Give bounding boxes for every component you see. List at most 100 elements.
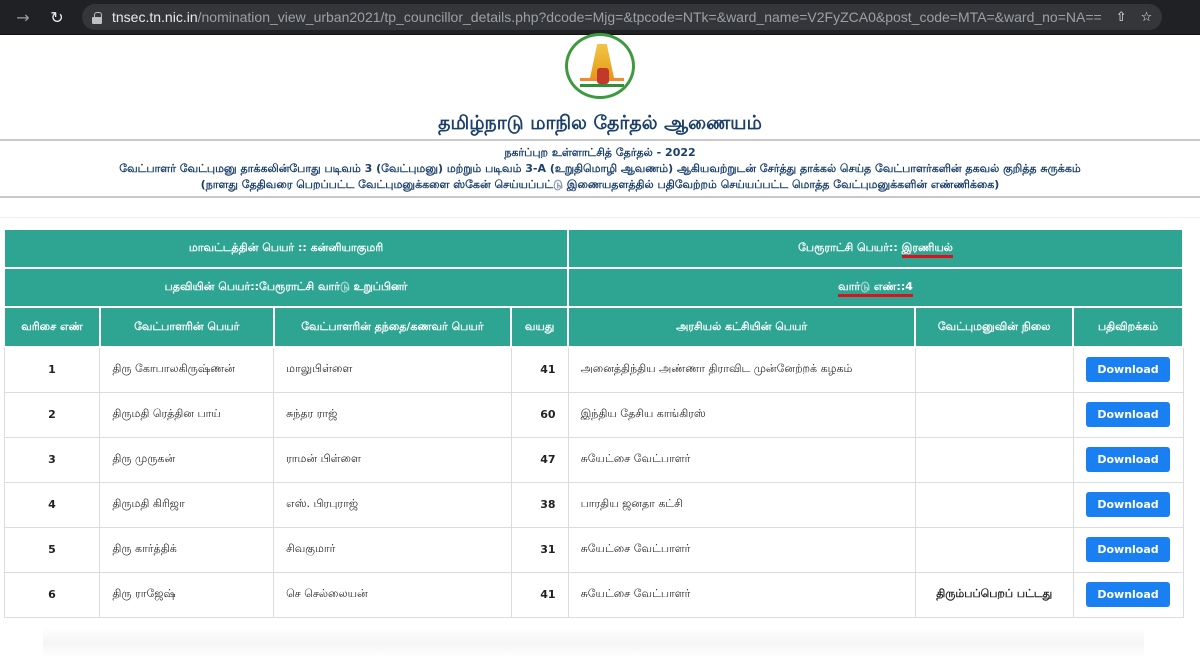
nomination-status bbox=[914, 481, 1074, 528]
election-line: நகர்ப்புற உள்ளாட்சித் தேர்தல் - 2022 bbox=[504, 146, 696, 159]
post-label: பதவியின் பெயர்:: bbox=[164, 280, 260, 293]
candidate-name: திரு கார்த்திக் bbox=[99, 526, 275, 573]
download-button[interactable]: Download bbox=[1086, 582, 1170, 607]
age: 41 bbox=[510, 346, 569, 393]
download-cell: Download bbox=[1072, 346, 1184, 393]
party-name: பாரதிய ஜனதா கட்சி bbox=[567, 481, 916, 528]
age: 38 bbox=[510, 481, 569, 528]
table-row: 1 திரு கோபாலகிருஷ்ணன் மாலுபிள்ளை 41 அனைத… bbox=[3, 346, 1184, 393]
age: 41 bbox=[510, 571, 569, 618]
page-header: தமிழ்நாடு மாநில தேர்தல் ஆணையம் நகர்ப்புற… bbox=[0, 33, 1200, 218]
serial-number: 3 bbox=[3, 436, 101, 483]
candidate-name: திரு ராஜேஷ் bbox=[99, 571, 275, 618]
download-cell: Download bbox=[1072, 481, 1184, 528]
share-icon[interactable]: ⇧ bbox=[1116, 10, 1127, 25]
download-button[interactable]: Download bbox=[1086, 537, 1170, 562]
party-name: சுயேட்சை வேட்பாளர் bbox=[567, 436, 916, 483]
url-text[interactable]: tnsec.tn.nic.in/nomination_view_urban202… bbox=[112, 9, 1102, 25]
age: 47 bbox=[510, 436, 569, 483]
district-value: கன்னியாகுமரி bbox=[310, 241, 384, 254]
table-row: 5 திரு கார்த்திக் சிவகுமார் 31 சுயேட்சை … bbox=[3, 526, 1184, 573]
download-button[interactable]: Download bbox=[1086, 402, 1170, 427]
col-nomination-status: வேட்புமனுவின் நிலை bbox=[914, 306, 1075, 348]
serial-number: 2 bbox=[3, 391, 101, 438]
national-emblem-icon bbox=[597, 68, 609, 84]
forward-arrow-icon[interactable]: → bbox=[10, 8, 36, 27]
candidate-name: திரு கோபாலகிருஷ்ணன் bbox=[99, 346, 275, 393]
info-row-district: மாவட்டத்தின் பெயர் :: கன்னியாகுமரி பேரூர… bbox=[2, 228, 1184, 269]
commission-title: தமிழ்நாடு மாநில தேர்தல் ஆணையம் bbox=[438, 112, 762, 134]
party-name: இந்திய தேசிய காங்கிரஸ் bbox=[567, 391, 916, 438]
serial-number: 5 bbox=[3, 526, 101, 573]
nomination-status bbox=[914, 391, 1074, 438]
description-line: வேட்பாளர் வேட்புமனு தாக்கலின்போது படிவம்… bbox=[119, 162, 1081, 175]
ward-label: வார்டு எண்:: bbox=[838, 280, 906, 293]
ward-value: 4 bbox=[905, 280, 913, 293]
candidate-rows: 1 திரு கோபாலகிருஷ்ணன் மாலுபிள்ளை 41 அனைத… bbox=[3, 346, 1184, 618]
party-name: சுயேட்சை வேட்பாளர் bbox=[567, 571, 916, 618]
serial-number: 6 bbox=[3, 571, 101, 618]
logo-container bbox=[0, 33, 1200, 103]
spacer bbox=[0, 198, 1200, 218]
town-panchayat-cell: பேரூராட்சி பெயர்:: இரணியல் bbox=[567, 228, 1184, 269]
download-button[interactable]: Download bbox=[1086, 357, 1170, 383]
col-father-husband-name: வேட்பாளரின் தந்தை/கணவர் பெயர் bbox=[272, 306, 513, 348]
relative-name: சுந்தர ராஜ் bbox=[273, 391, 512, 438]
party-name: அனைத்திந்திய அண்ணா திராவிட முன்னேற்றக் க… bbox=[567, 346, 916, 393]
lock-icon[interactable] bbox=[92, 11, 102, 24]
tn-government-emblem-logo bbox=[565, 33, 635, 99]
relative-name: செ செல்லையன் bbox=[273, 571, 512, 618]
info-row-post: பதவியின் பெயர்::பேரூராட்சி வார்டு உறுப்ப… bbox=[2, 267, 1184, 308]
footer-shadow bbox=[43, 627, 1144, 657]
notice-block: நகர்ப்புற உள்ளாட்சித் தேர்தல் - 2022 வேட… bbox=[0, 141, 1200, 196]
url-host: tnsec.tn.nic.in bbox=[112, 9, 198, 25]
download-cell: Download bbox=[1072, 571, 1184, 618]
table-row: 3 திரு முருகன் ராமன் பிள்ளை 47 சுயேட்சை … bbox=[3, 436, 1184, 483]
relative-name: மாலுபிள்ளை bbox=[273, 346, 512, 393]
col-download: பதிவிறக்கம் bbox=[1072, 306, 1184, 348]
reload-icon[interactable]: ↻ bbox=[44, 8, 70, 27]
star-icon[interactable]: ☆ bbox=[1141, 10, 1153, 25]
table-container: மாவட்டத்தின் பெயர் :: கன்னியாகுமரி பேரூர… bbox=[0, 218, 1200, 657]
col-party-name: அரசியல் கட்சியின் பெயர் bbox=[567, 306, 917, 348]
candidate-name: திருமதி கிரிஜா bbox=[99, 481, 275, 528]
age: 60 bbox=[510, 391, 569, 438]
district-label: மாவட்டத்தின் பெயர் :: bbox=[188, 241, 311, 254]
post-cell: பதவியின் பெயர்::பேரூராட்சி வார்டு உறுப்ப… bbox=[2, 267, 570, 308]
town-panchayat-value: இரணியல் bbox=[901, 241, 953, 258]
post-value: பேரூராட்சி வார்டு உறுப்பினர் bbox=[259, 280, 408, 293]
nomination-status: திரும்பப்பெறப் பட்டது bbox=[914, 571, 1074, 618]
town-panchayat-label: பேரூராட்சி பெயர்:: bbox=[798, 241, 902, 254]
download-button[interactable]: Download bbox=[1086, 447, 1170, 472]
url-path: /nomination_view_urban2021/tp_councillor… bbox=[197, 9, 1102, 25]
col-candidate-name: வேட்பாளரின் பெயர் bbox=[98, 306, 275, 348]
col-age: வயது bbox=[510, 306, 570, 348]
table-row: 2 திருமதி ரெத்தின பாய் சுந்தர ராஜ் 60 இந… bbox=[3, 391, 1184, 438]
nomination-status bbox=[914, 436, 1074, 483]
column-header-row: வரிசை எண் வேட்பாளரின் பெயர் வேட்பாளரின் … bbox=[3, 306, 1184, 348]
nomination-status bbox=[914, 526, 1074, 573]
serial-number: 4 bbox=[3, 481, 101, 528]
address-bar[interactable]: tnsec.tn.nic.in/nomination_view_urban202… bbox=[82, 4, 1163, 30]
col-serial-number: வரிசை எண் bbox=[3, 306, 101, 348]
ward-number: வார்டு எண்::4 bbox=[838, 280, 913, 297]
browser-toolbar: → ↻ tnsec.tn.nic.in/nomination_view_urba… bbox=[0, 0, 1200, 35]
table-row: 4 திருமதி கிரிஜா எஸ். பிரபுராஜ் 38 பாரதி… bbox=[3, 481, 1184, 528]
relative-name: ராமன் பிள்ளை bbox=[273, 436, 512, 483]
nominations-table: மாவட்டத்தின் பெயர் :: கன்னியாகுமரி பேரூர… bbox=[2, 228, 1184, 618]
download-cell: Download bbox=[1072, 526, 1184, 573]
download-button[interactable]: Download bbox=[1086, 492, 1170, 517]
relative-name: சிவகுமார் bbox=[273, 526, 512, 573]
party-name: சுயேட்சை வேட்பாளர் bbox=[567, 526, 916, 573]
table-row: 6 திரு ராஜேஷ் செ செல்லையன் 41 சுயேட்சை வ… bbox=[3, 571, 1184, 618]
ward-cell: வார்டு எண்::4 bbox=[567, 267, 1184, 308]
nomination-status bbox=[914, 346, 1074, 393]
candidate-name: திருமதி ரெத்தின பாய் bbox=[99, 391, 275, 438]
age: 31 bbox=[510, 526, 569, 573]
note-line: (நாளது தேதிவரை பெறப்பட்ட வேட்புமனுக்களை … bbox=[200, 178, 1000, 191]
download-cell: Download bbox=[1072, 436, 1184, 483]
candidate-name: திரு முருகன் bbox=[99, 436, 275, 483]
serial-number: 1 bbox=[3, 346, 101, 393]
district-cell: மாவட்டத்தின் பெயர் :: கன்னியாகுமரி bbox=[2, 228, 570, 269]
download-cell: Download bbox=[1072, 391, 1184, 438]
